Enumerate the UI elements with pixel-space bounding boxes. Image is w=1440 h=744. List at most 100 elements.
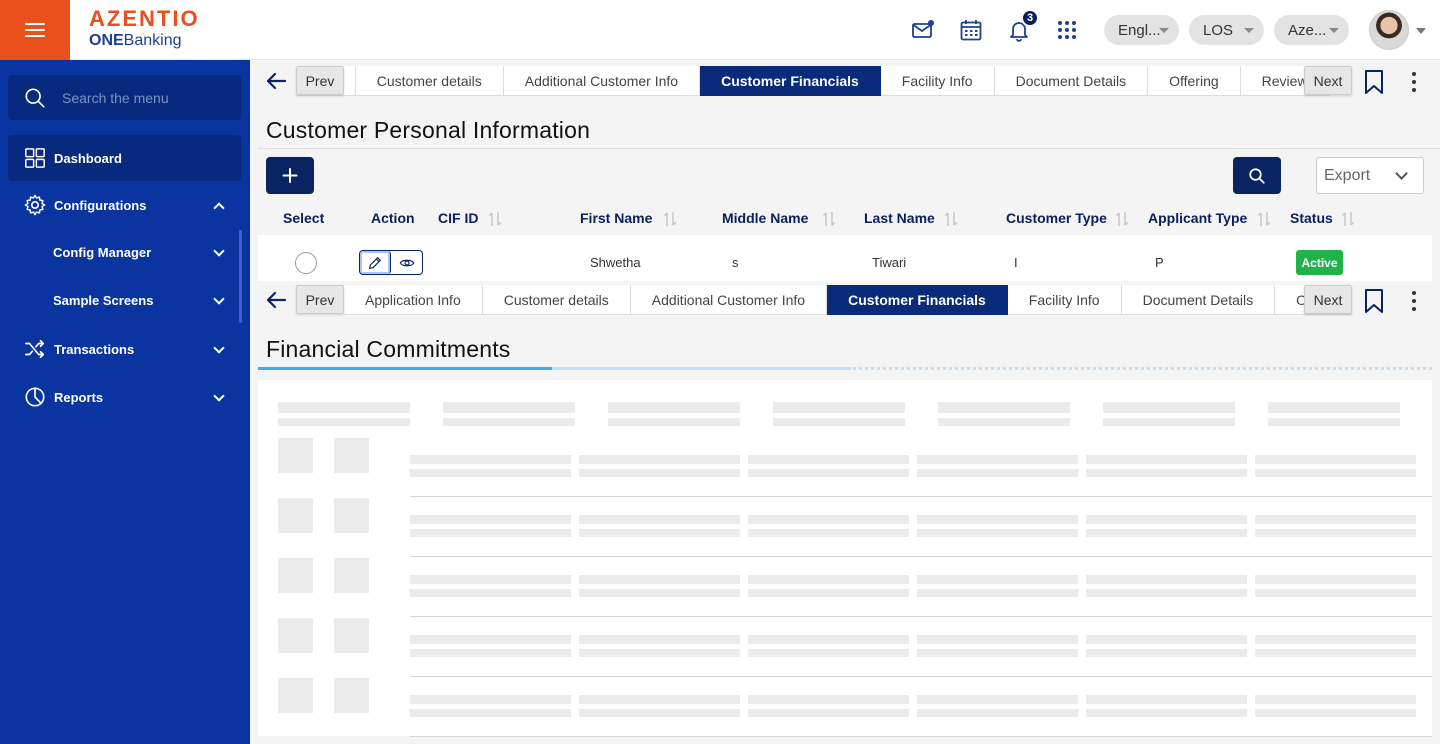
menu-search-placeholder: Search the menu: [62, 89, 169, 106]
sidebar-item-configurations[interactable]: Configurations: [8, 182, 241, 228]
skeleton-cell-bar: [1255, 529, 1416, 537]
column-header-middle-name[interactable]: Middle Name: [722, 210, 808, 226]
skeleton-cell-bar: [410, 515, 571, 524]
chevron-down-icon: [1159, 28, 1169, 33]
user-select[interactable]: Aze...: [1274, 15, 1349, 45]
menu-toggle-button[interactable]: [0, 0, 70, 60]
skeleton-header-bar: [443, 402, 575, 413]
skeleton-cell-bar: [1086, 515, 1247, 524]
skeleton-row-divider: [410, 736, 1432, 737]
sidebar-item-label: Sample Screens: [53, 292, 154, 308]
search-icon: [1249, 167, 1265, 184]
sidebar-item-sample-screens[interactable]: Sample Screens: [8, 277, 241, 323]
column-header-cif-id[interactable]: CIF ID: [438, 210, 478, 226]
tabs-viewport: Application Info Customer details Additi…: [296, 66, 1352, 96]
sort-icon[interactable]: [822, 210, 836, 228]
row-select-radio[interactable]: [295, 252, 317, 274]
module-select[interactable]: LOS: [1189, 15, 1264, 45]
sidebar-scrollbar[interactable]: [239, 230, 242, 323]
back-arrow-icon[interactable]: [264, 69, 288, 93]
bookmark-icon[interactable]: [1363, 69, 1385, 95]
sidebar-item-label: Transactions: [54, 341, 135, 357]
skeleton-cell-block: [278, 558, 313, 593]
tab-facility-info[interactable]: Facility Info: [880, 66, 995, 96]
tab-facility-info[interactable]: Facility Info: [1007, 285, 1122, 315]
tab-document-details[interactable]: Document Details: [1121, 285, 1276, 315]
tab-document-details[interactable]: Document Details: [994, 66, 1149, 96]
menu-search-input[interactable]: Search the menu: [8, 75, 241, 120]
skeleton-cell-bar: [748, 589, 909, 597]
eye-icon: [399, 259, 414, 266]
skeleton-cell-bar: [917, 455, 1078, 464]
apps-grid-icon[interactable]: [1055, 18, 1079, 42]
tab-customer-financials[interactable]: Customer Financials: [700, 66, 881, 96]
tab-application-info[interactable]: Application Info: [344, 285, 483, 315]
language-value: Engl...: [1118, 21, 1161, 39]
skeleton-cell-bar: [748, 695, 909, 704]
column-header-last-name[interactable]: Last Name: [864, 210, 935, 226]
skeleton-cell-bar: [579, 589, 740, 597]
next-button[interactable]: Next: [1304, 285, 1352, 314]
tab-additional-customer-info[interactable]: Additional Customer Info: [503, 66, 701, 96]
back-arrow-icon[interactable]: [264, 288, 288, 312]
sort-icon[interactable]: [1257, 210, 1271, 228]
prev-button[interactable]: Prev: [296, 66, 344, 95]
sidebar-item-reports[interactable]: Reports: [8, 374, 241, 420]
avatar[interactable]: [1369, 10, 1409, 50]
cell-applicant-type: P: [1155, 255, 1164, 270]
skeleton-cell-bar: [748, 515, 909, 524]
column-header-status[interactable]: Status: [1290, 210, 1333, 226]
bookmark-icon[interactable]: [1363, 288, 1385, 314]
view-button[interactable]: [391, 251, 422, 274]
tab-customer-details[interactable]: Customer details: [482, 285, 631, 315]
export-dropdown[interactable]: Export: [1316, 157, 1424, 194]
skeleton-cell-bar: [917, 649, 1078, 657]
skeleton-cell-bar: [579, 695, 740, 704]
skeleton-cell-bar: [1255, 635, 1416, 644]
skeleton-header-bar: [278, 402, 410, 413]
column-header-customer-type[interactable]: Customer Type: [1006, 210, 1107, 226]
column-header-first-name[interactable]: First Name: [580, 210, 652, 226]
next-button[interactable]: Next: [1304, 66, 1352, 95]
sort-icon[interactable]: [663, 210, 677, 228]
chevron-down-icon: [213, 293, 225, 305]
sort-icon[interactable]: [488, 210, 502, 228]
user-value: Aze...: [1288, 21, 1327, 39]
sidebar-item-config-manager[interactable]: Config Manager: [8, 229, 241, 275]
skeleton-cell-bar: [748, 635, 909, 644]
more-options-icon[interactable]: [1410, 288, 1418, 312]
skeleton-cell-block: [334, 678, 369, 713]
tab-additional-customer-info[interactable]: Additional Customer Info: [630, 285, 828, 315]
skeleton-cell-bar: [1255, 589, 1416, 597]
skeleton-row-divider: [410, 616, 1432, 617]
column-header-applicant-type[interactable]: Applicant Type: [1148, 210, 1247, 226]
pie-chart-icon: [25, 387, 45, 407]
gear-icon: [24, 194, 46, 216]
language-select[interactable]: Engl...: [1104, 15, 1179, 45]
sort-icon[interactable]: [1115, 210, 1129, 228]
notifications-button[interactable]: 3: [1007, 9, 1039, 42]
skeleton-cell-bar: [917, 635, 1078, 644]
tab-customer-financials[interactable]: Customer Financials: [827, 285, 1008, 315]
skeleton-cell-block: [334, 438, 369, 473]
search-button[interactable]: [1233, 157, 1281, 194]
sort-icon[interactable]: [1341, 210, 1355, 228]
sidebar-item-transactions[interactable]: Transactions: [8, 326, 241, 372]
calendar-icon[interactable]: [959, 18, 983, 42]
skeleton-cell-bar: [1086, 589, 1247, 597]
skeleton-cell-bar: [1255, 649, 1416, 657]
tab-offering[interactable]: Offering: [1148, 66, 1241, 96]
skeleton-cell-block: [334, 618, 369, 653]
skeleton-header-bar: [443, 418, 575, 426]
edit-button[interactable]: [360, 251, 392, 274]
sort-icon[interactable]: [944, 210, 958, 228]
skeleton-cell-bar: [917, 575, 1078, 584]
add-button[interactable]: [266, 157, 314, 194]
skeleton-header-bar: [938, 418, 1070, 426]
mail-icon[interactable]: [911, 18, 935, 42]
profile-chevron-down-icon[interactable]: [1416, 28, 1426, 34]
sidebar-item-dashboard[interactable]: Dashboard: [8, 135, 241, 181]
tab-customer-details[interactable]: Customer details: [355, 66, 504, 96]
more-options-icon[interactable]: [1410, 69, 1418, 93]
prev-button[interactable]: Prev: [296, 285, 344, 314]
